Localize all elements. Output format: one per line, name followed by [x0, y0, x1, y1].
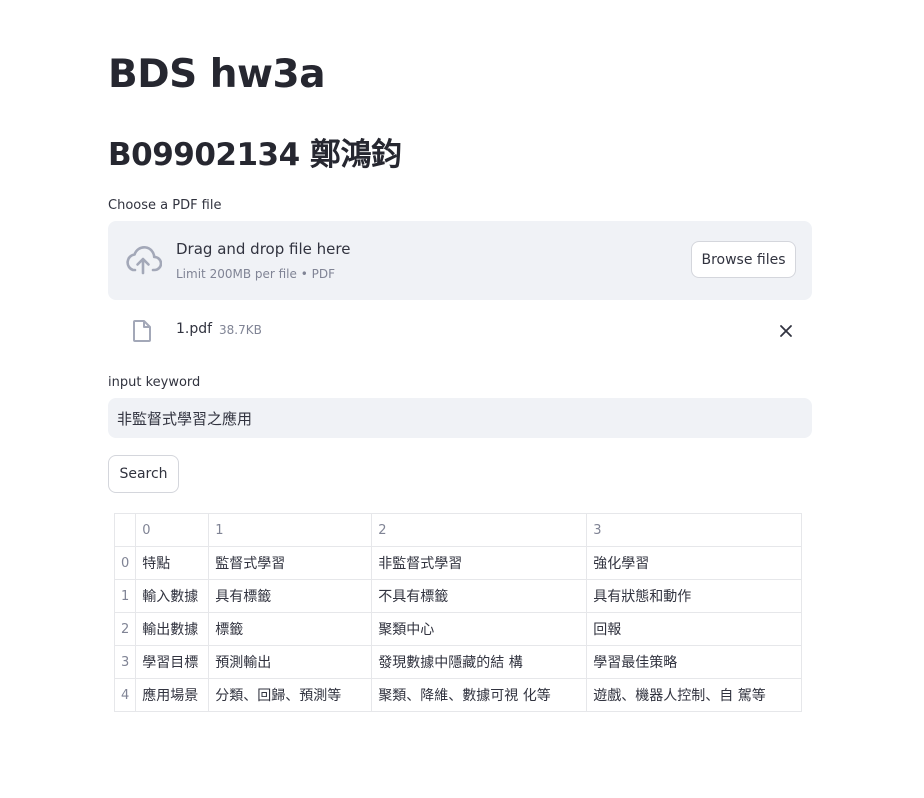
file-icon [133, 320, 151, 342]
file-name: 1.pdf [176, 321, 213, 337]
table-cell: 學習最佳策略 [586, 645, 803, 679]
table-cell: 輸出數據 [135, 612, 210, 646]
table-cell: 不具有標籤 [371, 579, 588, 613]
table-header-cell [113, 513, 137, 547]
table-cell: 分類、回歸、預測等 [208, 678, 373, 712]
table-cell: 聚類、降維、數據可視 化等 [371, 678, 588, 712]
dropzone-instructions: Drag and drop file here [176, 240, 351, 258]
table-row: 3 學習目標 預測輸出 發現數據中隱藏的結 構 學習最佳策略 [113, 645, 803, 679]
close-icon[interactable] [776, 321, 796, 341]
table-cell: 輸入數據 [135, 579, 210, 613]
table-cell: 監督式學習 [208, 546, 373, 580]
uploader-label: Choose a PDF file [108, 198, 222, 213]
table-row: 4 應用場景 分類、回歸、預測等 聚類、降維、數據可視 化等 遊戲、機器人控制、… [113, 678, 803, 712]
file-size: 38.7KB [219, 323, 262, 337]
keyword-input[interactable] [108, 398, 812, 438]
row-index: 3 [113, 645, 137, 679]
page-subtitle: B09902134 鄭鴻鈞 [108, 137, 402, 173]
table-cell: 非監督式學習 [371, 546, 588, 580]
table-cell: 回報 [586, 612, 803, 646]
search-button[interactable]: Search [108, 455, 179, 493]
row-index: 4 [113, 678, 137, 712]
table-header-cell: 3 [586, 513, 803, 547]
table-cell: 學習目標 [135, 645, 210, 679]
row-index: 1 [113, 579, 137, 613]
table-header-cell: 2 [371, 513, 588, 547]
page-title: BDS hw3a [108, 52, 326, 97]
table-header-cell: 1 [208, 513, 373, 547]
results-table: 0 1 2 3 0 特點 監督式學習 非監督式學習 強化學習 1 輸入數據 具有… [113, 513, 803, 712]
table-cell: 標籤 [208, 612, 373, 646]
row-index: 2 [113, 612, 137, 646]
table-row: 0 特點 監督式學習 非監督式學習 強化學習 [113, 546, 803, 580]
cloud-upload-icon [126, 245, 162, 275]
table-header-cell: 0 [135, 513, 210, 547]
browse-files-button[interactable]: Browse files [691, 241, 796, 278]
file-dropzone[interactable]: Drag and drop file here Limit 200MB per … [108, 221, 812, 300]
table-cell: 強化學習 [586, 546, 803, 580]
table-cell: 遊戲、機器人控制、自 駕等 [586, 678, 803, 712]
table-cell: 具有狀態和動作 [586, 579, 803, 613]
table-cell: 具有標籤 [208, 579, 373, 613]
table-cell: 發現數據中隱藏的結 構 [371, 645, 588, 679]
table-cell: 應用場景 [135, 678, 210, 712]
table-row: 2 輸出數據 標籤 聚類中心 回報 [113, 612, 803, 646]
table-cell: 特點 [135, 546, 210, 580]
row-index: 0 [113, 546, 137, 580]
table-cell: 預測輸出 [208, 645, 373, 679]
dropzone-limit-text: Limit 200MB per file • PDF [176, 267, 335, 281]
uploaded-file-item: 1.pdf 38.7KB [108, 310, 812, 350]
table-cell: 聚類中心 [371, 612, 588, 646]
keyword-label: input keyword [108, 375, 201, 390]
table-row: 1 輸入數據 具有標籤 不具有標籤 具有狀態和動作 [113, 579, 803, 613]
table-header-row: 0 1 2 3 [113, 513, 803, 547]
